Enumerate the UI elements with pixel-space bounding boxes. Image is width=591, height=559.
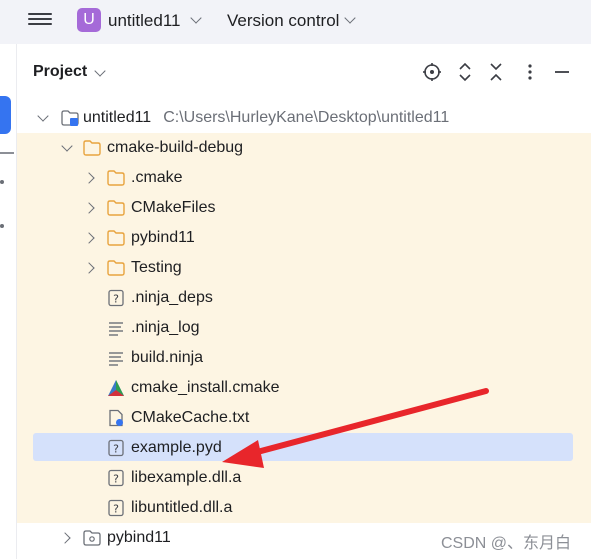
watermark: CSDN @、东月白 xyxy=(441,535,572,552)
annotation-arrow xyxy=(222,388,489,468)
